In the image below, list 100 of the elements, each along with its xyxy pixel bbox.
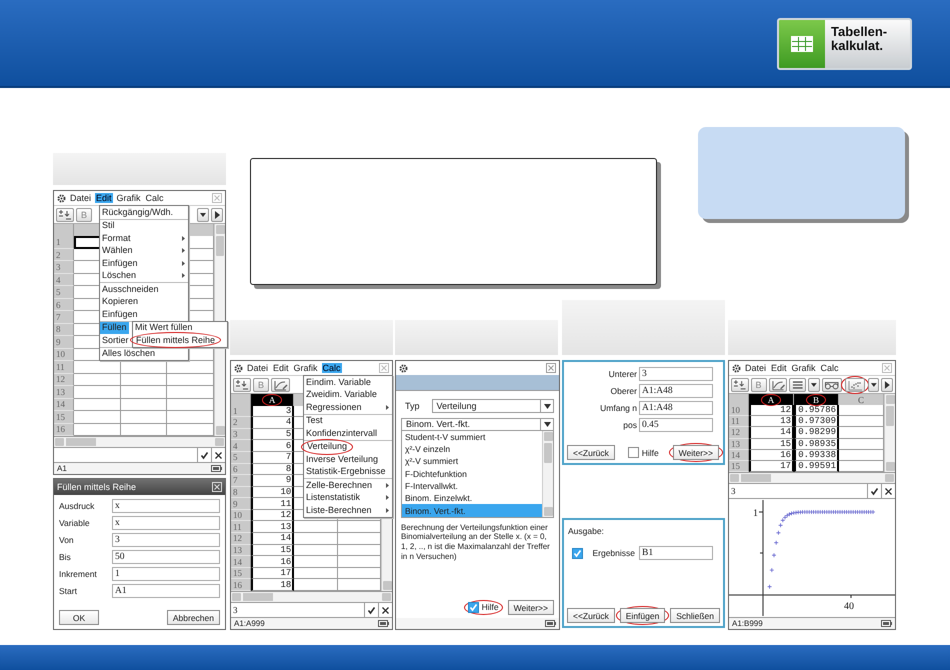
- menu-bar-item[interactable]: Calc: [144, 192, 165, 204]
- menu-item[interactable]: Stil: [100, 220, 117, 232]
- menu-bar-item[interactable]: Grafik: [292, 362, 319, 374]
- menu-item[interactable]: Listenstatistik: [304, 492, 392, 504]
- checkbox[interactable]: [468, 602, 479, 613]
- menu-bar-item[interactable]: Edit: [272, 362, 290, 374]
- settings-icon[interactable]: [234, 364, 243, 372]
- column-header[interactable]: A: [251, 394, 294, 406]
- menu-item[interactable]: Löschen: [100, 270, 188, 282]
- checkbox[interactable]: [572, 548, 583, 558]
- menu-item[interactable]: Eindim. Variable: [304, 376, 373, 388]
- list-item[interactable]: Binom. Einzelwkt.: [402, 492, 542, 504]
- confirm-button[interactable]: [867, 484, 881, 498]
- fraction-toggle-button[interactable]: [731, 378, 748, 392]
- horizontal-scrollbar[interactable]: [54, 437, 225, 448]
- list-item[interactable]: F-Intervallwkt.: [402, 480, 542, 492]
- settings-icon[interactable]: [732, 364, 741, 372]
- triangle-right-button[interactable]: [881, 378, 893, 392]
- ok-button[interactable]: OK: [59, 610, 99, 625]
- insert-button[interactable]: Einfügen: [620, 608, 666, 623]
- input-field[interactable]: 0.45: [639, 418, 713, 432]
- menu-item[interactable]: Zweidim. Variable: [304, 388, 379, 401]
- menu-item[interactable]: Ausschneiden: [100, 283, 161, 296]
- cancel-button[interactable]: Abbrechen: [166, 610, 220, 625]
- column-header[interactable]: B: [794, 394, 839, 406]
- confirm-button[interactable]: [364, 603, 378, 617]
- input-field[interactable]: B1: [639, 546, 713, 560]
- fraction-toggle-button[interactable]: [233, 378, 251, 392]
- input-field[interactable]: 3: [729, 484, 867, 498]
- fraction-toggle-button[interactable]: [56, 208, 74, 222]
- menu-item[interactable]: Sortier: [100, 334, 131, 346]
- menu-item[interactable]: Füllen: [100, 322, 129, 334]
- menu-item[interactable]: Statistik-Ergebnisse: [304, 466, 388, 478]
- input-field[interactable]: 50: [112, 550, 220, 564]
- menu-bar-item[interactable]: Datei: [744, 362, 768, 374]
- menu-bar-item[interactable]: Datei: [69, 192, 92, 204]
- menu-item[interactable]: Einfügen: [100, 308, 140, 320]
- menu-item[interactable]: Test: [304, 414, 325, 427]
- vertical-scrollbar[interactable]: [884, 394, 895, 472]
- menu-bar-item[interactable]: Edit: [770, 362, 788, 374]
- cancel-button[interactable]: [378, 603, 392, 617]
- close-icon[interactable]: [546, 363, 556, 373]
- input-field[interactable]: A1: [112, 584, 220, 598]
- menu-item[interactable]: Rückgängig/Wdh.: [100, 206, 176, 218]
- back-button[interactable]: <<Zurück: [567, 608, 615, 623]
- next-button[interactable]: Weiter>>: [508, 600, 554, 615]
- input-field[interactable]: A1:A48: [639, 384, 713, 398]
- glasses-button[interactable]: [822, 378, 842, 392]
- list-item[interactable]: Student-t-V summiert: [402, 430, 542, 444]
- input-field[interactable]: 3: [112, 533, 220, 547]
- dropdown-field[interactable]: Verteilung: [432, 399, 554, 413]
- app-badge[interactable]: Tabellen- kalkulat.: [777, 18, 912, 70]
- lines-button[interactable]: [788, 378, 806, 392]
- next-button[interactable]: Weiter>>: [672, 445, 719, 460]
- menu-item[interactable]: Einfügen: [100, 257, 188, 270]
- graph-pencil-button[interactable]: [768, 378, 787, 392]
- menu-item[interactable]: Wählen: [100, 244, 188, 257]
- list-item[interactable]: F-Dichtefunktion: [402, 468, 542, 480]
- checkbox[interactable]: [628, 447, 639, 458]
- menu-item[interactable]: Inverse Verteilung: [304, 453, 380, 466]
- menu-item[interactable]: Verteilung: [305, 440, 350, 453]
- input-field[interactable]: x: [112, 499, 220, 513]
- input-field[interactable]: 3: [231, 603, 364, 617]
- caret-button[interactable]: [808, 378, 820, 392]
- menu-item[interactable]: Mit Wert füllen: [133, 322, 194, 334]
- list-item[interactable]: χ²-V einzeln: [402, 443, 542, 456]
- menu-bar-item[interactable]: Edit: [95, 192, 113, 204]
- input-field[interactable]: A1:A48: [639, 401, 713, 415]
- menu-item[interactable]: Kopieren: [100, 296, 140, 308]
- list-item[interactable]: Binom. Vert.-fkt.: [402, 504, 542, 517]
- triangle-right-button[interactable]: [211, 208, 223, 222]
- input-field[interactable]: 3: [639, 367, 713, 381]
- caret-button[interactable]: [197, 208, 209, 222]
- menu-item[interactable]: Liste-Berechnen: [304, 504, 392, 516]
- menu-bar-item[interactable]: Calc: [322, 362, 342, 374]
- input-field[interactable]: 1: [112, 567, 220, 581]
- menu-item[interactable]: Alles löschen: [100, 348, 158, 360]
- menu-bar-item[interactable]: Calc: [820, 362, 840, 374]
- horizontal-scrollbar[interactable]: [729, 473, 895, 484]
- graph-pencil-button[interactable]: [271, 378, 290, 392]
- dropdown-field[interactable]: Binom. Vert.-fkt.: [401, 418, 554, 431]
- caret-button[interactable]: [868, 378, 880, 392]
- menu-bar-item[interactable]: Grafik: [790, 362, 817, 374]
- close-button[interactable]: Schließen: [670, 608, 720, 623]
- settings-icon[interactable]: [399, 364, 408, 372]
- settings-icon[interactable]: [57, 194, 66, 202]
- menu-item[interactable]: Füllen mittels Reihe: [134, 334, 218, 346]
- menu-bar-item[interactable]: Datei: [246, 362, 270, 374]
- cancel-button[interactable]: [881, 484, 895, 498]
- column-header[interactable]: A: [749, 394, 794, 406]
- menu-item[interactable]: Format: [100, 232, 188, 244]
- menu-item[interactable]: Konfidenzintervall: [304, 427, 380, 440]
- scatter-plot-button[interactable]: [844, 378, 865, 392]
- back-button[interactable]: <<Zurück: [567, 445, 615, 460]
- cancel-button[interactable]: [211, 448, 225, 462]
- menu-bar-item[interactable]: Grafik: [116, 192, 142, 204]
- list-item[interactable]: χ²-V summiert: [402, 455, 542, 468]
- column-header[interactable]: C: [839, 394, 884, 406]
- horizontal-scrollbar[interactable]: [231, 592, 392, 603]
- menu-item[interactable]: Zelle-Berechnen: [304, 479, 392, 492]
